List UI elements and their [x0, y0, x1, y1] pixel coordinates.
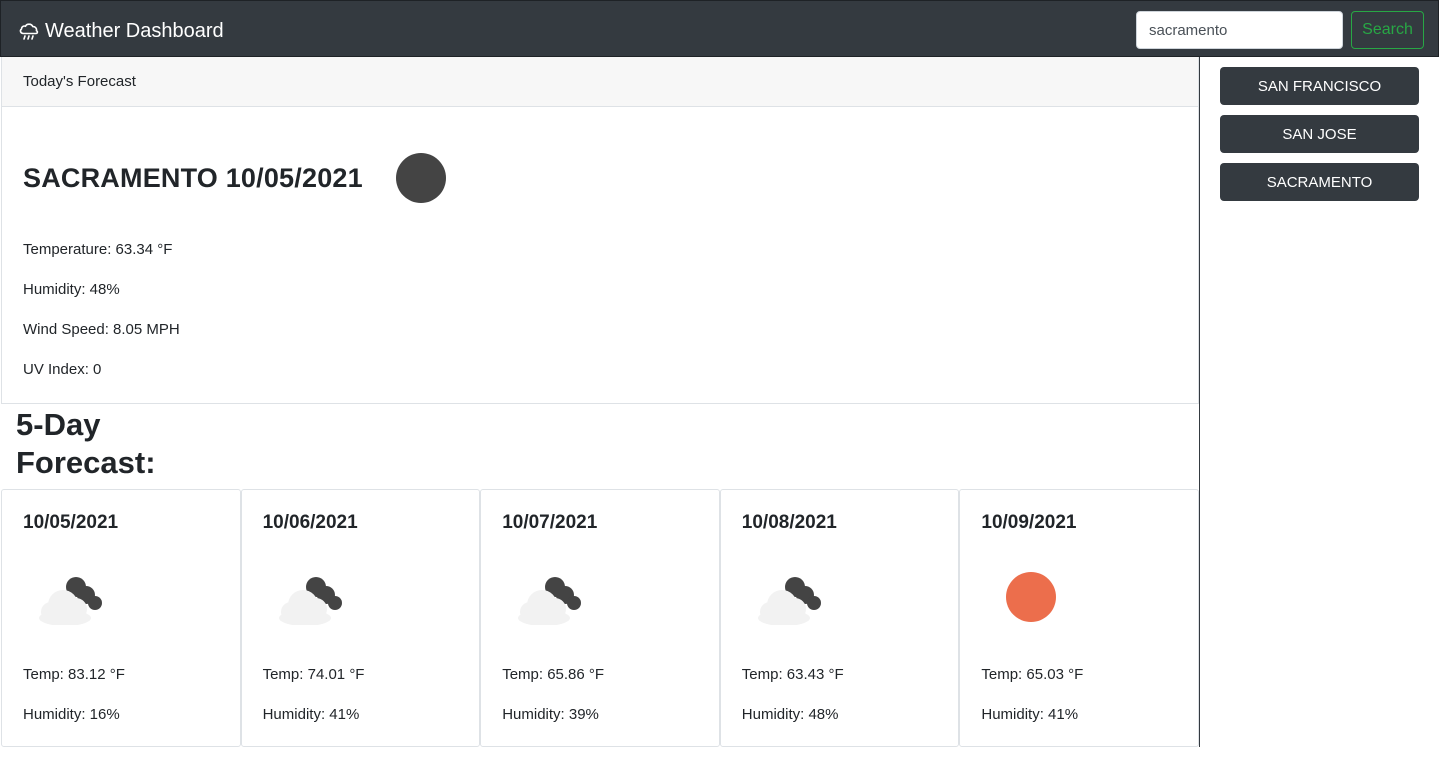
forecast-humidity: Humidity: 41% — [981, 706, 1079, 723]
partly-cloudy-night-icon — [39, 577, 102, 625]
forecast-date: 10/05/2021 — [23, 512, 119, 533]
forecast-date: 10/09/2021 — [981, 512, 1077, 533]
clear-night-icon — [395, 153, 446, 203]
forecast-card: 10/08/2021 Temp: 63.43 °F Humidity: 48% — [719, 489, 960, 747]
humidity-text: Humidity: 48% — [23, 281, 120, 298]
forecast-date: 10/08/2021 — [741, 512, 837, 533]
history-button-san-jose[interactable]: SAN JOSE — [1220, 115, 1419, 153]
forecast-temp: Temp: 65.86 °F — [502, 666, 605, 683]
forecast-temp: Temp: 63.43 °F — [741, 666, 844, 683]
five-day-forecast-heading: 5-Day Forecast: — [16, 407, 156, 480]
brand-title: Weather Dashboard — [45, 19, 224, 42]
cloud-rain-icon — [19, 23, 39, 40]
temperature-text: Temperature: 63.34 °F — [23, 241, 173, 258]
forecast-humidity: Humidity: 16% — [23, 706, 120, 723]
history-button-sacramento[interactable]: SACRAMENTO — [1220, 163, 1419, 201]
main-content: Today's Forecast SACRAMENTO 10/05/2021 T… — [0, 57, 1200, 747]
wind-speed-text: Wind Speed: 8.05 MPH — [23, 321, 180, 338]
sun-icon — [1006, 572, 1057, 622]
forecast-temp: Temp: 83.12 °F — [23, 666, 125, 683]
today-forecast-header: Today's Forecast — [2, 57, 1198, 107]
forecast-card: 10/07/2021 Temp: 65.86 °F Humidity: 39% — [480, 489, 720, 747]
today-forecast-card: Today's Forecast SACRAMENTO 10/05/2021 T… — [1, 57, 1199, 404]
history-button-san-francisco[interactable]: SAN FRANCISCO — [1220, 67, 1419, 105]
search-button[interactable]: Search — [1351, 11, 1424, 49]
forecast-card: 10/05/2021 Temp: 83.12 °F Humidity: 16% — [1, 489, 241, 747]
forecast-card: 10/09/2021 Temp: 65.03 °F Humidity: 41% — [959, 489, 1199, 747]
forecast-card: 10/06/2021 Temp: 74.01 °F Humidity: 41% — [240, 489, 481, 747]
forecast-temp: Temp: 74.01 °F — [262, 666, 365, 683]
forecast-humidity: Humidity: 39% — [502, 706, 599, 723]
forecast-temp: Temp: 65.03 °F — [981, 666, 1084, 683]
forecast-date: 10/07/2021 — [502, 512, 598, 533]
forecast-humidity: Humidity: 48% — [741, 706, 839, 723]
partly-cloudy-night-icon — [518, 577, 582, 625]
navbar: Weather Dashboard Search — [0, 0, 1439, 57]
uv-index-text: UV Index: 0 — [23, 361, 102, 378]
partly-cloudy-night-icon — [757, 577, 821, 625]
today-forecast-header-label: Today's Forecast — [23, 73, 136, 90]
search-input[interactable] — [1136, 11, 1343, 49]
partly-cloudy-night-icon — [278, 577, 342, 625]
today-title-row: SACRAMENTO 10/05/2021 — [23, 153, 446, 203]
forecast-date: 10/06/2021 — [262, 512, 358, 533]
forecast-row: 10/05/2021 Temp: 83.12 °F Humidity: 16% … — [1, 489, 1199, 747]
brand[interactable]: Weather Dashboard — [17, 17, 224, 45]
forecast-humidity: Humidity: 41% — [262, 706, 360, 723]
city-date-title: SACRAMENTO 10/05/2021 — [23, 162, 363, 193]
